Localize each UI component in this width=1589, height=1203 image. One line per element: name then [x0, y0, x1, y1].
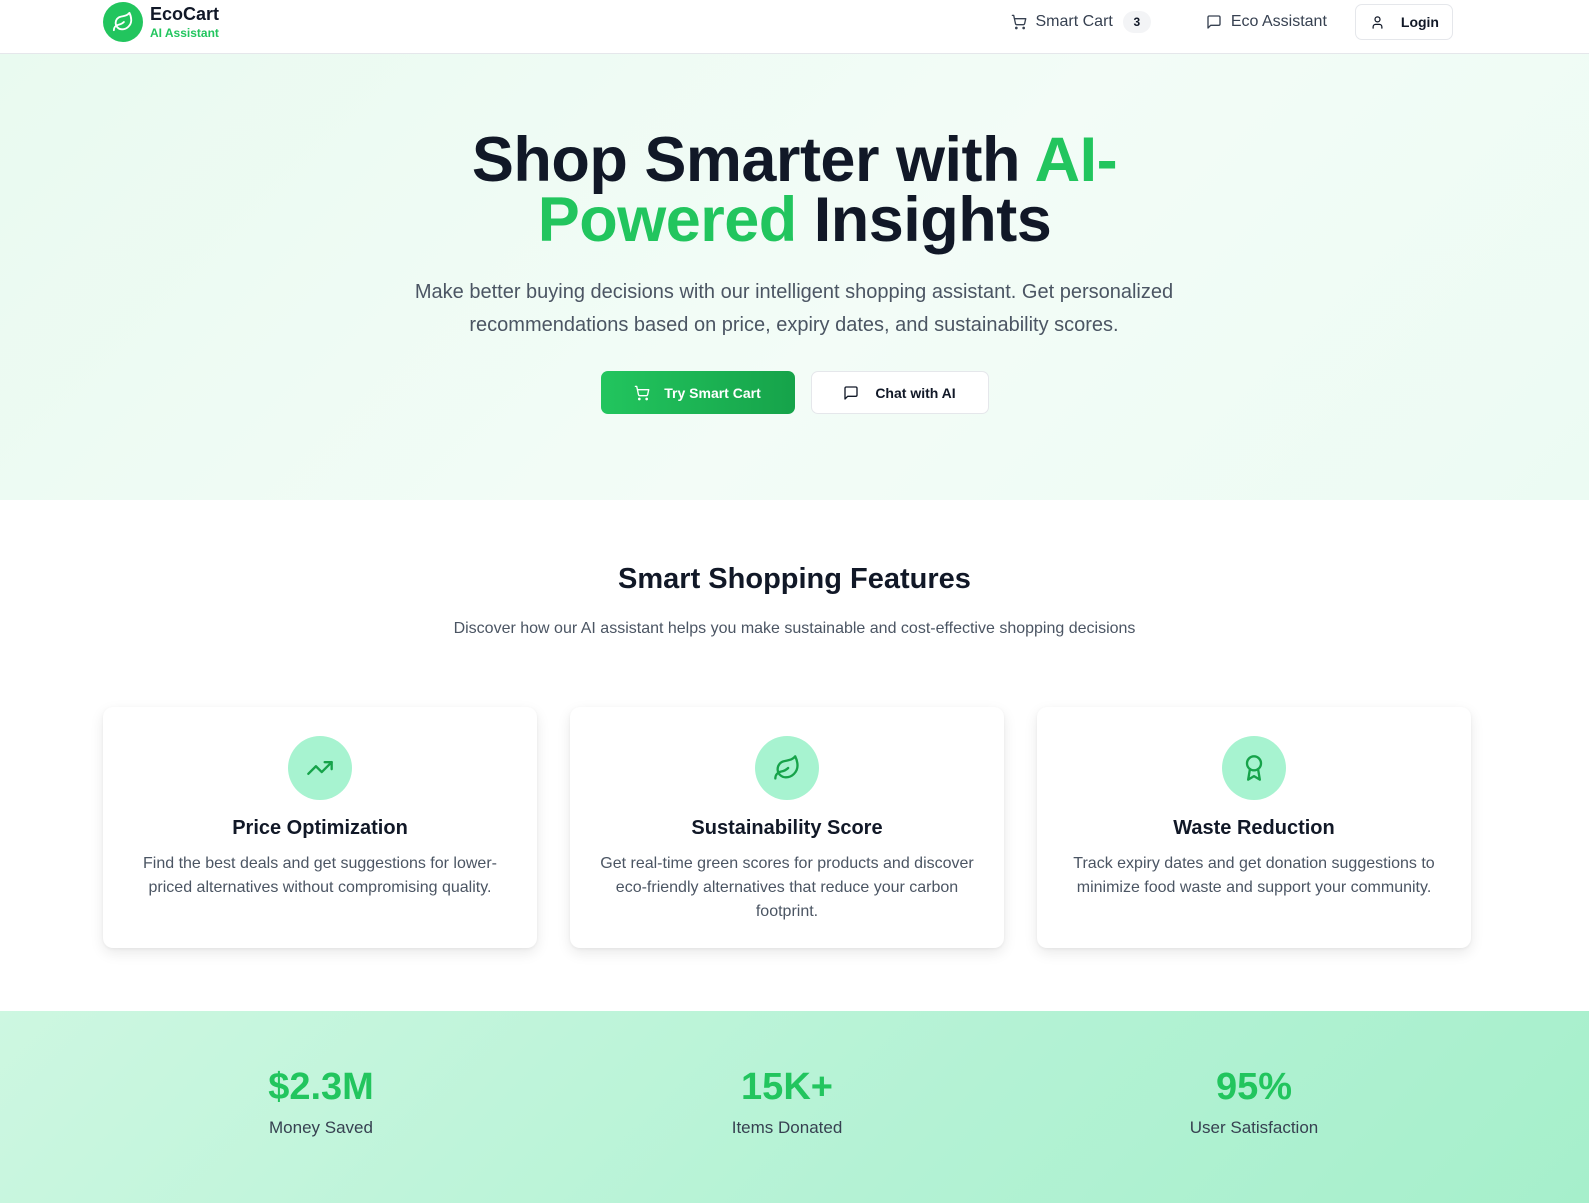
login-label: Login: [1400, 14, 1439, 30]
stat-label: Money Saved: [269, 1118, 373, 1137]
chat-with-ai-label: Chat with AI: [875, 384, 956, 401]
hero-title-accent-b: Powered: [537, 185, 798, 255]
award-icon: [1222, 736, 1286, 800]
chat-with-ai-button[interactable]: Chat with AI: [810, 371, 989, 414]
features-subtitle: Discover how our AI assistant helps you …: [453, 620, 1136, 637]
feature-description: Get real-time green scores for products …: [600, 855, 974, 920]
stat-money-saved: $2.3M Money Saved: [161, 1064, 481, 1138]
feature-title: Sustainability Score: [691, 817, 883, 839]
feature-card-sustainability-score: Sustainability Score Get real-time green…: [570, 707, 1004, 948]
hero-subtitle: Make better buying decisions with our in…: [414, 281, 1174, 336]
cart-count-badge: 3: [1122, 11, 1151, 33]
eco-assistant-link[interactable]: Eco Assistant: [1206, 4, 1327, 40]
hero-section: Shop Smarter with AI- Powered Insights M…: [0, 54, 1589, 500]
eco-assistant-label: Eco Assistant: [1230, 13, 1327, 30]
trending-up-icon: [288, 736, 352, 800]
message-square-icon: [844, 385, 858, 400]
smart-cart-label: Smart Cart: [1035, 13, 1113, 30]
user-icon: [1372, 15, 1383, 29]
stat-items-donated: 15K+ Items Donated: [627, 1064, 947, 1138]
feature-card-waste-reduction: Waste Reduction Track expiry dates and g…: [1037, 707, 1471, 948]
hero-title-part2: Insights: [796, 185, 1052, 255]
hero-title: Shop Smarter with AI- Powered Insights: [0, 129, 1589, 252]
leaf-icon: [755, 736, 819, 800]
brand-name: EcoCart: [150, 4, 220, 24]
shopping-cart-icon: [1011, 14, 1026, 30]
features-title: Smart Shopping Features: [618, 563, 971, 595]
feature-card-price-optimization: Price Optimization Find the best deals a…: [103, 707, 537, 948]
stat-value: 95%: [1215, 1066, 1293, 1108]
shopping-cart-icon: [634, 385, 650, 400]
main-nav: Smart Cart 3 Eco Assistant Login: [1011, 4, 1453, 40]
login-button[interactable]: Login: [1354, 4, 1453, 40]
feature-title: Price Optimization: [232, 817, 408, 839]
brand[interactable]: EcoCart AI Assistant: [103, 2, 219, 42]
message-square-icon: [1207, 15, 1221, 29]
try-smart-cart-button[interactable]: Try Smart Cart: [600, 371, 795, 414]
stat-value: $2.3M: [268, 1066, 374, 1108]
try-smart-cart-label: Try Smart Cart: [664, 384, 761, 401]
stats-section: $2.3M Money Saved 15K+ Items Donated 95%…: [0, 1011, 1589, 1203]
stat-label: User Satisfaction: [1189, 1118, 1319, 1137]
hero-actions: Try Smart Cart Chat with AI: [0, 371, 1589, 414]
smart-cart-link[interactable]: Smart Cart 3: [1011, 4, 1151, 40]
feature-title: Waste Reduction: [1173, 817, 1335, 839]
top-navbar: EcoCart AI Assistant Smart Cart 3 Eco As…: [0, 0, 1589, 54]
feature-description: Find the best deals and get suggestions …: [143, 855, 497, 896]
stat-label: Items Donated: [731, 1118, 843, 1137]
feature-description: Track expiry dates and get donation sugg…: [1073, 855, 1435, 896]
leaf-icon: [103, 2, 143, 42]
stat-user-satisfaction: 95% User Satisfaction: [1094, 1064, 1414, 1138]
stat-value: 15K+: [741, 1066, 833, 1108]
brand-subtitle: AI Assistant: [150, 26, 219, 40]
